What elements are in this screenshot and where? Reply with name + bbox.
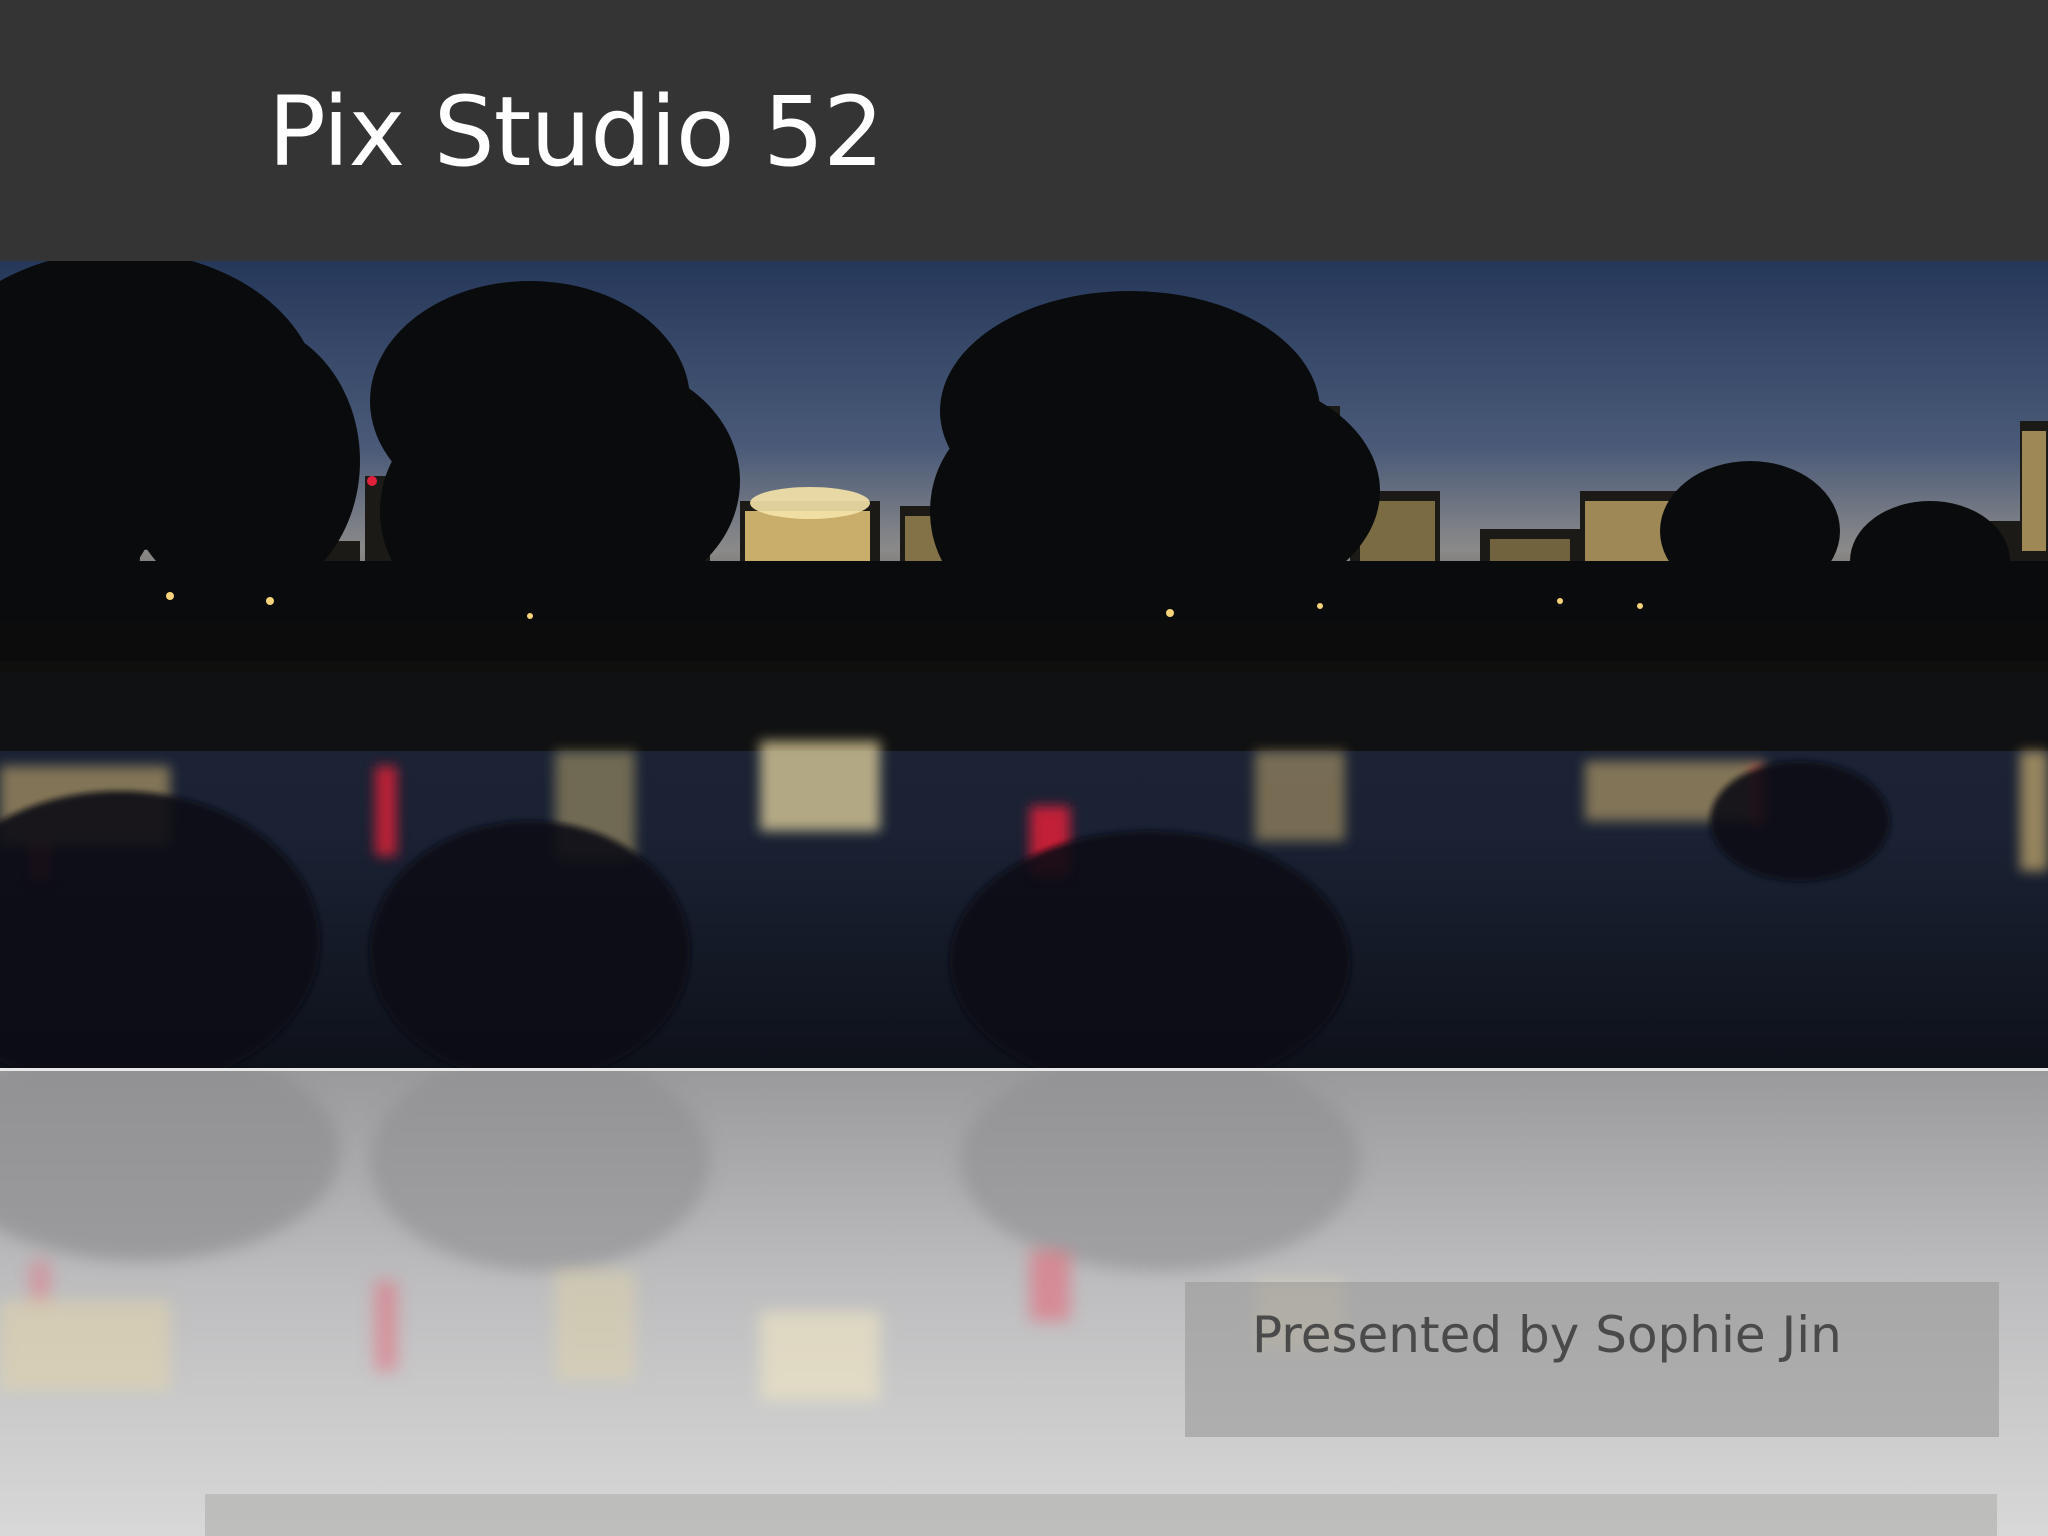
subtitle-box: Presented by Sophie Jin: [1185, 1282, 1999, 1437]
skyline-photo: [0, 261, 2048, 1070]
presentation-slide: Pix Studio 52 Presented by Sophie Jin: [0, 0, 2048, 1536]
bottom-strip: [205, 1494, 1997, 1536]
slide-subtitle[interactable]: Presented by Sophie Jin: [1252, 1302, 1842, 1368]
title-bar: Pix Studio 52: [0, 0, 2048, 261]
slide-title[interactable]: Pix Studio 52: [268, 72, 884, 192]
